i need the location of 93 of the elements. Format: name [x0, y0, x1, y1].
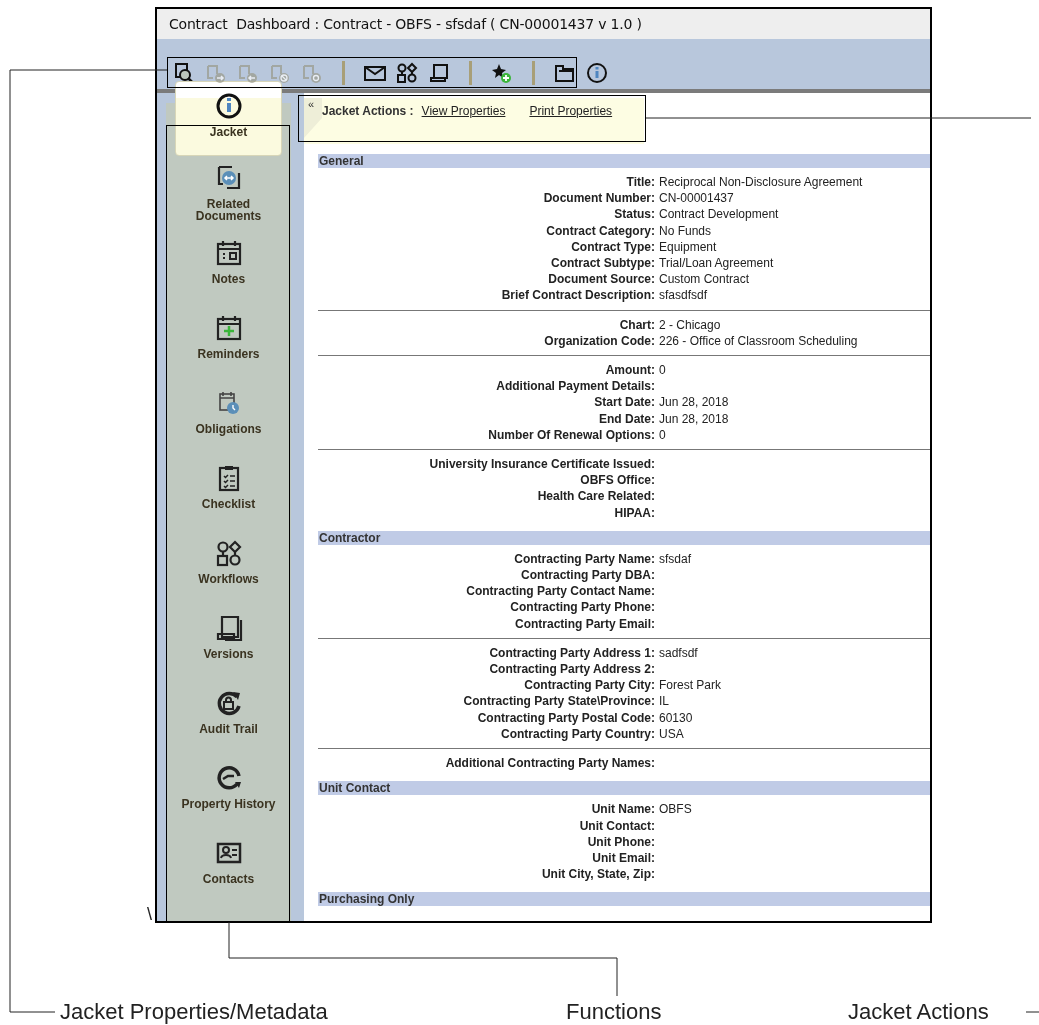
field-value: Reciprocal Non-Disclosure Agreement — [659, 174, 864, 191]
field-value: Equipment — [659, 238, 718, 255]
field-label: Contract Type: — [570, 238, 655, 255]
field-value: USA — [659, 725, 685, 743]
field-label: Amount: — [604, 362, 655, 379]
callout-label: Jacket Actions — [848, 1000, 989, 1024]
field-label: Contracting Party Contact Name: — [465, 583, 655, 600]
sidebar-item[interactable]: Checklist — [175, 456, 282, 531]
document-stack-icon — [214, 614, 243, 642]
info-icon[interactable] — [585, 62, 609, 84]
field-label: Contracting Party Email: — [513, 615, 655, 632]
field-label: Contracting Party Postal Code: — [476, 709, 655, 726]
field-value: Custom Contract — [659, 271, 751, 288]
field-value: 0 — [659, 426, 667, 444]
sidebar-item[interactable]: Property History — [175, 756, 282, 831]
sidebar-item[interactable]: Contacts — [175, 831, 282, 906]
callout-label: Jacket Properties/Metadata — [60, 1000, 328, 1024]
field-label: Chart: — [618, 316, 655, 333]
field-label: Unit Contact: — [578, 817, 655, 834]
field-label: Health Care Related: — [536, 488, 655, 505]
field-value: sfasdfsdf — [659, 287, 709, 304]
sidebar-item[interactable]: Related Documents — [175, 156, 282, 231]
field-label: Unit City, State, Zip: — [540, 866, 655, 883]
field-value: 2 - Chicago — [659, 316, 722, 333]
folders-icon[interactable] — [553, 62, 577, 84]
sidebar-item[interactable]: Obligations — [175, 381, 282, 456]
section-header: General — [318, 154, 930, 168]
field-label: Contracting Party State\Province: — [462, 693, 655, 710]
document-stack-icon[interactable] — [427, 62, 451, 84]
field-value: CN-00001437 — [659, 190, 735, 207]
field-label: OBFS Office: — [579, 472, 655, 489]
field-label: Additional Payment Details: — [495, 378, 655, 395]
field-label: Contracting Party Name: — [513, 550, 655, 568]
calendar-add-icon — [214, 314, 243, 342]
actions-title: Jacket Actions : — [322, 103, 414, 120]
field-value: Contract Development — [659, 206, 780, 223]
window-title: Contract Dashboard : Contract - OBFS - sfsdaf ( CN-00001437 v 1.0 ) — [169, 14, 642, 34]
field-value: No Funds — [659, 222, 713, 239]
field-label: Document Source: — [547, 271, 655, 288]
field-value: 60130 — [659, 709, 694, 726]
sidebar-item[interactable]: Notes — [175, 231, 282, 306]
field-value: Jun 28, 2018 — [659, 410, 730, 427]
field-value: 0 — [659, 362, 667, 379]
workflow-icon[interactable] — [395, 62, 419, 84]
history-icon — [214, 764, 243, 792]
field-label: Unit Email: — [591, 849, 655, 867]
field-value: sadfsdf — [659, 644, 699, 662]
section-header: Unit Contact — [318, 781, 930, 796]
workflow-icon — [214, 539, 243, 567]
sidebar-item[interactable]: Workflows — [175, 531, 282, 606]
collapse-tab[interactable]: « — [304, 98, 322, 138]
field-label: Unit Name: — [590, 801, 655, 818]
field-value: Jun 28, 2018 — [659, 394, 730, 411]
field-label: Status: — [613, 206, 655, 223]
sidebar-item[interactable]: Audit Trail — [175, 681, 282, 756]
field-label: HIPAA: — [613, 504, 655, 521]
annotation-mark: \ — [147, 904, 152, 924]
field-label: Organization Code: — [543, 332, 655, 350]
field-label: Contracting Party City: — [523, 677, 655, 694]
field-label: Unit Phone: — [586, 833, 655, 850]
field-label: Contracting Party Address 1: — [488, 644, 655, 662]
action-link[interactable]: View Properties — [421, 102, 506, 120]
callout-label: Functions — [566, 1000, 662, 1024]
field-value: 226 - Office of Classroom Scheduling — [659, 332, 859, 350]
field-label: Number Of Renewal Options: — [487, 426, 655, 444]
field-value: Trial/Loan Agreement — [659, 255, 775, 272]
calendar-icon — [214, 239, 243, 267]
info-icon — [214, 92, 243, 120]
star-add-icon[interactable] — [490, 62, 514, 84]
field-label: Contracting Party Address 2: — [488, 661, 655, 678]
field-value: OBFS — [659, 801, 693, 818]
field-label: Contracting Party Country: — [500, 725, 655, 743]
field-label: University Insurance Certificate Issued: — [428, 456, 655, 473]
field-label: Contract Category: — [545, 222, 655, 239]
section-header: Purchasing Only — [318, 892, 930, 907]
field-label: Document Number: — [542, 190, 655, 207]
field-label: Contracting Party DBA: — [520, 567, 655, 584]
field-value: sfsdaf — [659, 550, 692, 568]
field-label: Additional Contracting Party Names: — [444, 755, 655, 772]
sidebar-item[interactable]: Jacket — [175, 81, 282, 156]
field-label: Title: — [625, 174, 655, 191]
field-value: IL — [659, 693, 670, 710]
field-label: Brief Contract Description: — [500, 287, 655, 304]
leader-line — [1025, 1011, 1039, 1013]
section-header: Contractor — [318, 530, 930, 545]
field-label: Start Date: — [593, 394, 655, 411]
action-link[interactable]: Print Properties — [529, 102, 613, 120]
sidebar-item[interactable]: Reminders — [175, 306, 282, 381]
field-label: End Date: — [598, 410, 655, 427]
field-label: Contract Subtype: — [550, 255, 655, 272]
field-value: Forest Park — [659, 677, 722, 694]
field-label: Contracting Party Phone: — [509, 599, 655, 616]
sidebar-item[interactable]: Versions — [175, 606, 282, 681]
